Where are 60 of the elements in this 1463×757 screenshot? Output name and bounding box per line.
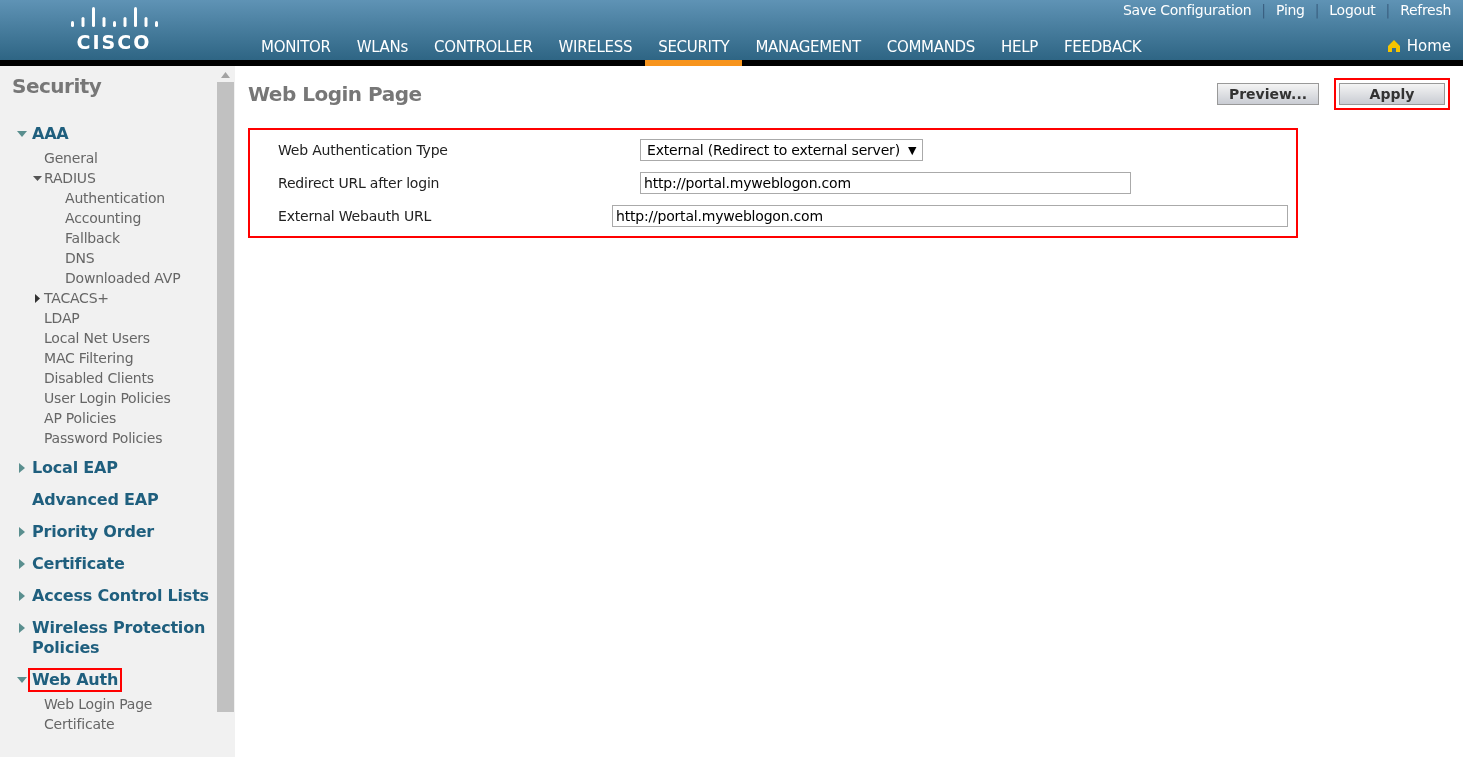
expanded-triangle-icon[interactable] — [32, 174, 42, 182]
nav-tab[interactable]: COMMANDS — [873, 34, 989, 66]
collapsed-triangle-icon[interactable] — [33, 293, 41, 303]
nav-tab[interactable]: WLANs — [343, 34, 422, 66]
header-link[interactable]: Ping — [1276, 2, 1305, 18]
input-field[interactable]: http://portal.myweblogon.com — [612, 205, 1288, 227]
field-label: Web Authentication Type — [278, 142, 449, 158]
sidebar-item[interactable]: User Login Policies — [44, 388, 171, 408]
home-link[interactable]: Home — [1386, 37, 1451, 55]
link-separator: | — [1261, 2, 1267, 18]
sidebar-title: Security — [12, 74, 103, 98]
expanded-triangle-icon[interactable] — [17, 675, 27, 685]
nav-tab[interactable]: FEEDBACK — [1051, 34, 1155, 66]
link-separator: | — [1314, 2, 1320, 18]
nav-tab[interactable]: WIRELESS — [545, 34, 646, 66]
sidebar-section[interactable]: AAA — [28, 122, 73, 146]
sidebar-section[interactable]: Wireless Protection Policies — [28, 616, 215, 660]
sidebar-section[interactable]: Access Control Lists — [28, 584, 213, 608]
sidebar-item[interactable]: Password Policies — [44, 428, 163, 448]
sidebar-item[interactable]: DNS — [12, 248, 215, 268]
expanded-triangle-icon[interactable] — [17, 129, 27, 139]
apply-button[interactable]: Apply — [1339, 83, 1445, 105]
scroll-up-icon[interactable] — [220, 72, 230, 78]
logo-bars-icon — [70, 5, 158, 29]
header-link[interactable]: Save Configuration — [1122, 2, 1252, 18]
sidebar-item[interactable]: Downloaded AVP — [12, 268, 215, 288]
sidebar-item[interactable]: Web Login Page — [44, 694, 153, 714]
field-label: External Webauth URL — [278, 208, 433, 224]
sidebar-item[interactable]: Fallback — [12, 228, 215, 248]
sidebar-section[interactable]: Local EAP — [28, 456, 122, 480]
sidebar-item[interactable]: Certificate — [44, 714, 115, 734]
nav-tab[interactable]: CONTROLLER — [421, 34, 546, 66]
preview-button[interactable]: Preview... — [1217, 83, 1319, 105]
home-icon — [1386, 39, 1401, 53]
sidebar-item[interactable]: Authentication — [12, 188, 215, 208]
scrollbar[interactable] — [215, 66, 235, 757]
nav-tab[interactable]: MONITOR — [248, 34, 344, 66]
sidebar-item[interactable]: AP Policies — [44, 408, 117, 428]
header-link[interactable]: Logout — [1329, 2, 1376, 18]
link-separator: | — [1385, 2, 1391, 18]
field-label: Redirect URL after login — [278, 175, 441, 191]
sidebar-item[interactable]: Disabled Clients — [44, 368, 154, 388]
sidebar-section[interactable]: Priority Order — [28, 520, 158, 544]
header-link[interactable]: Refresh — [1400, 2, 1451, 18]
logo-text: CISCO — [76, 31, 152, 53]
page-title: Web Login Page — [248, 82, 422, 106]
sidebar-item[interactable]: RADIUS — [44, 168, 96, 188]
sidebar-section[interactable]: Certificate — [28, 552, 129, 576]
sidebar-item[interactable]: TACACS+ — [44, 288, 109, 308]
sidebar-item[interactable]: LDAP — [44, 308, 80, 328]
input-field[interactable]: http://portal.myweblogon.com — [640, 172, 1131, 194]
sidebar-item[interactable]: MAC Filtering — [44, 348, 134, 368]
nav-tab[interactable]: HELP — [988, 34, 1052, 66]
sidebar-item[interactable]: Local Net Users — [44, 328, 150, 348]
sidebar-item[interactable]: General — [44, 148, 98, 168]
auth-type-select[interactable]: External (Redirect to external server) ▼ — [640, 139, 924, 161]
sidebar-section[interactable]: Web Auth — [28, 668, 123, 692]
sidebar-item[interactable]: Accounting — [12, 208, 215, 228]
nav-tab[interactable]: MANAGEMENT — [742, 34, 874, 66]
sidebar-section[interactable]: Advanced EAP — [28, 488, 163, 512]
